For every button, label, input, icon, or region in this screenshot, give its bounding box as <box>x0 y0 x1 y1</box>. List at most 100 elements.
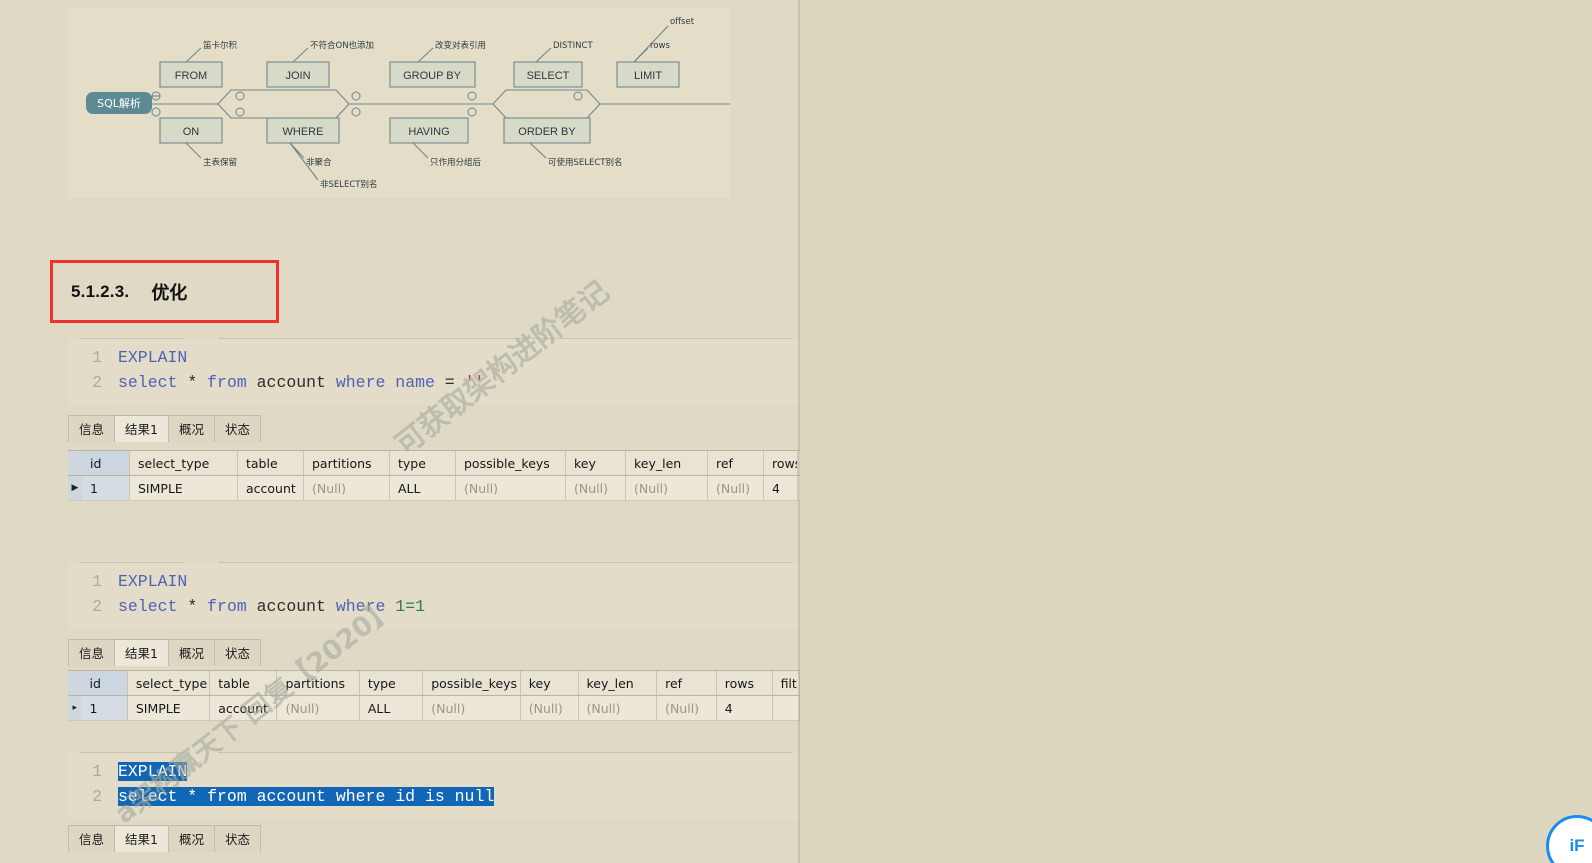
svg-text:LIMIT: LIMIT <box>634 70 662 82</box>
result-tabs-1[interactable]: 信息 结果1 概况 状态 <box>68 415 261 442</box>
column-header-key[interactable]: key <box>521 671 579 695</box>
diagram-note-orderby: 可使用SELECT别名 <box>548 157 623 168</box>
row-marker: ▶ <box>68 476 82 500</box>
column-header-ref[interactable]: ref <box>708 451 764 475</box>
result-tab-结果1[interactable]: 结果1 <box>114 415 169 442</box>
column-header-type[interactable]: type <box>390 451 456 475</box>
column-header-key_len[interactable]: key_len <box>626 451 708 475</box>
sql-editor-block-3[interactable]: 1 EXPLAIN 2 select * from account where id … <box>68 752 800 819</box>
column-header-rows[interactable]: rows <box>764 451 798 475</box>
code-line: 1 EXPLAIN <box>68 759 800 784</box>
column-header-possible_keys[interactable]: possible_keys <box>423 671 521 695</box>
cell-type: ALL <box>360 696 424 720</box>
code-area[interactable]: 1 EXPLAIN 2 select * from account where 1=1 <box>68 563 800 629</box>
result-tabs-3[interactable]: 信息 结果1 概况 状态 <box>68 825 261 852</box>
column-header-select_type[interactable]: select_type <box>128 671 211 695</box>
result-tab-结果1[interactable]: 结果1 <box>114 639 169 666</box>
result-tab-概况[interactable]: 概况 <box>167 639 215 666</box>
cell-id: 1 <box>81 696 128 720</box>
token: EXPLAIN <box>118 348 188 367</box>
token: where <box>335 597 386 616</box>
code-line: 2 select * from account where 1=1 <box>68 594 800 619</box>
sql-editor-block-1[interactable]: 1 EXPLAIN 2 select * from account where nam… <box>68 338 800 405</box>
svg-text:HAVING: HAVING <box>408 126 449 138</box>
result-tab-信息[interactable]: 信息 <box>68 639 116 666</box>
column-header-select_type[interactable]: select_type <box>130 451 238 475</box>
result-tab-结果1[interactable]: 结果1 <box>114 825 169 852</box>
cell-table: account <box>210 696 278 720</box>
column-header-ref[interactable]: ref <box>657 671 717 695</box>
column-header-rows[interactable]: rows <box>717 671 773 695</box>
corner-badge-label: iF <box>1569 836 1585 855</box>
svg-text:FROM: FROM <box>175 70 207 82</box>
svg-text:SQL解析: SQL解析 <box>97 96 141 110</box>
result-tab-概况[interactable]: 概况 <box>167 415 215 442</box>
line-number: 2 <box>92 597 102 616</box>
svg-text:GROUP BY: GROUP BY <box>403 70 462 82</box>
token: EXPLAIN <box>118 762 188 781</box>
code-area[interactable]: 1 EXPLAIN 2 select * from account where id … <box>68 753 800 819</box>
cell-rows: 4 <box>764 476 798 500</box>
code-line: 2 select * from account where id is null <box>68 784 800 809</box>
column-header-filt[interactable]: filt <box>773 671 800 695</box>
result-tab-概况[interactable]: 概况 <box>167 825 215 852</box>
code-line: 1 EXPLAIN <box>68 569 800 594</box>
column-header-id[interactable]: id <box>81 671 128 695</box>
table-row[interactable]: ▸ 1 SIMPLE account (Null) ALL (Null) (Null) (Nul… <box>68 696 800 721</box>
token: name <box>385 373 435 392</box>
token: from <box>207 373 247 392</box>
cell-partitions: (Null) <box>304 476 390 500</box>
result-tab-状态[interactable]: 状态 <box>213 415 261 442</box>
result-tab-信息[interactable]: 信息 <box>68 415 116 442</box>
line-number: 2 <box>92 373 102 392</box>
cell-select_type: SIMPLE <box>128 696 211 720</box>
column-header-key[interactable]: key <box>566 451 626 475</box>
cell-select_type: SIMPLE <box>130 476 238 500</box>
column-header-partitions[interactable]: partitions <box>304 451 390 475</box>
column-header-key_len[interactable]: key_len <box>579 671 658 695</box>
line-number: 1 <box>92 572 102 591</box>
cell-type: ALL <box>390 476 456 500</box>
token: '' <box>464 373 485 392</box>
token: select <box>118 373 178 392</box>
token: 1=1 <box>395 597 426 616</box>
token: account <box>246 597 336 616</box>
token: select <box>118 597 178 616</box>
corner-badge[interactable]: iF <box>1546 815 1592 863</box>
result-tab-信息[interactable]: 信息 <box>68 825 116 852</box>
diagram-note-having: 只作用分组后 <box>430 157 482 168</box>
line-number: 2 <box>92 787 102 806</box>
column-header-type[interactable]: type <box>360 671 424 695</box>
heading-optimize: 5.1.2.3. 优化 <box>50 260 279 323</box>
diagram-note-join: 不符合ON也添加 <box>310 40 374 51</box>
cell-filt <box>773 696 800 720</box>
column-header-partitions[interactable]: partitions <box>277 671 360 695</box>
table-header-row: id select_type table partitions type possible… <box>68 671 800 696</box>
row-marker-cell <box>68 451 82 475</box>
row-marker-cell <box>68 671 82 695</box>
code-text: EXPLAIN <box>118 572 187 591</box>
svg-text:WHERE: WHERE <box>283 126 324 138</box>
code-text: EXPLAIN <box>118 348 187 367</box>
cell-rows: 4 <box>717 696 773 720</box>
column-header-id[interactable]: id <box>82 451 130 475</box>
column-header-table[interactable]: table <box>210 671 278 695</box>
explain-result-grid-1[interactable]: id select_type table partitions type possible… <box>68 450 800 501</box>
result-tabs-2[interactable]: 信息 结果1 概况 状态 <box>68 639 261 666</box>
column-header-possible_keys[interactable]: possible_keys <box>456 451 566 475</box>
token: from <box>207 597 247 616</box>
column-header-table[interactable]: table <box>238 451 304 475</box>
table-row[interactable]: ▶ 1 SIMPLE account (Null) ALL (Null) (Null) (Nul… <box>68 476 800 501</box>
svg-text:ON: ON <box>183 126 200 138</box>
explain-result-grid-2[interactable]: id select_type table partitions type possible… <box>68 670 800 721</box>
sql-editor-block-2[interactable]: 1 EXPLAIN 2 select * from account where 1=1 <box>68 562 800 629</box>
result-tab-状态[interactable]: 状态 <box>213 639 261 666</box>
diagram-note-groupby: 改变对表引用 <box>435 40 486 51</box>
token: * <box>177 597 208 616</box>
result-tab-状态[interactable]: 状态 <box>213 825 261 852</box>
cell-partitions: (Null) <box>277 696 360 720</box>
heading-optimize-number: 5.1.2.3. <box>71 281 130 301</box>
left-page: SQL解析 FROM JOIN GROUP BY SELECT LIMIT ON… <box>0 0 800 863</box>
code-area[interactable]: 1 EXPLAIN 2 select * from account where nam… <box>68 339 800 405</box>
